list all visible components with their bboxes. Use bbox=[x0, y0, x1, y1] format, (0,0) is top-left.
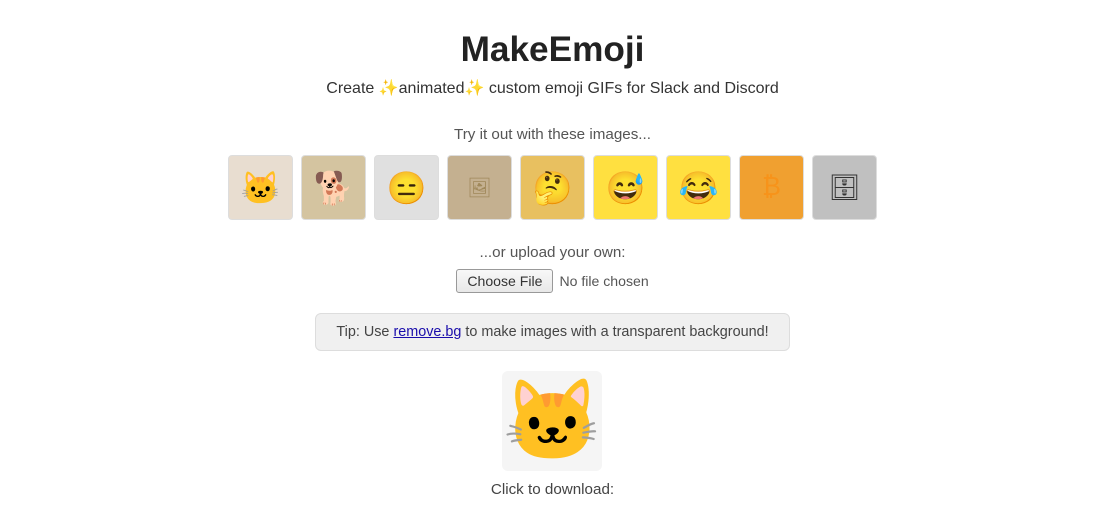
subtitle-text-suffix: custom emoji GIFs for Slack and Discord bbox=[484, 80, 778, 97]
sample-images-row: 🐱 🐕 😑 🖼 🤔 😅 😂 ₿ 🗄 bbox=[228, 155, 877, 220]
subtitle: Create ✨animated✨ custom emoji GIFs for … bbox=[326, 78, 778, 98]
sparkle-icon-right: ✨ bbox=[464, 80, 484, 97]
file-input-wrapper: Choose File No file chosen bbox=[456, 269, 648, 293]
subtitle-text-prefix: Create bbox=[326, 80, 378, 97]
preview-cat-emoji: 🐱 bbox=[503, 381, 603, 461]
sample-image-sneaky[interactable]: 🤔 bbox=[520, 155, 585, 220]
sample-image-sweat-smile[interactable]: 😅 bbox=[593, 155, 658, 220]
preview-section: 🐱 Click to download: bbox=[491, 371, 614, 498]
upload-section: ...or upload your own: Choose File No fi… bbox=[456, 244, 648, 293]
try-it-label: Try it out with these images... bbox=[454, 126, 651, 143]
no-file-chosen-text: No file chosen bbox=[559, 273, 648, 289]
sample-image-troll[interactable]: 😑 bbox=[374, 155, 439, 220]
sample-image-mona-lisa[interactable]: 🖼 bbox=[447, 155, 512, 220]
preview-image[interactable]: 🐱 bbox=[502, 371, 602, 471]
upload-label: ...or upload your own: bbox=[479, 244, 625, 261]
tip-prefix-text: Tip: Use bbox=[336, 324, 393, 340]
sample-image-doge[interactable]: 🐕 bbox=[301, 155, 366, 220]
sample-image-database[interactable]: 🗄 bbox=[812, 155, 877, 220]
page-title: MakeEmoji bbox=[461, 30, 645, 70]
sample-image-cat[interactable]: 🐱 bbox=[228, 155, 293, 220]
tip-suffix-text: to make images with a transparent backgr… bbox=[461, 324, 768, 340]
choose-file-button[interactable]: Choose File bbox=[456, 269, 553, 293]
subtitle-animated-text: animated bbox=[399, 80, 465, 97]
sample-image-laughing-cry[interactable]: 😂 bbox=[666, 155, 731, 220]
tip-box: Tip: Use remove.bg to make images with a… bbox=[315, 313, 789, 351]
sample-image-bitcoin[interactable]: ₿ bbox=[739, 155, 804, 220]
click-to-download-label: Click to download: bbox=[491, 481, 614, 498]
remove-bg-link[interactable]: remove.bg bbox=[393, 324, 461, 340]
sparkle-icon-left: ✨ bbox=[379, 80, 399, 97]
